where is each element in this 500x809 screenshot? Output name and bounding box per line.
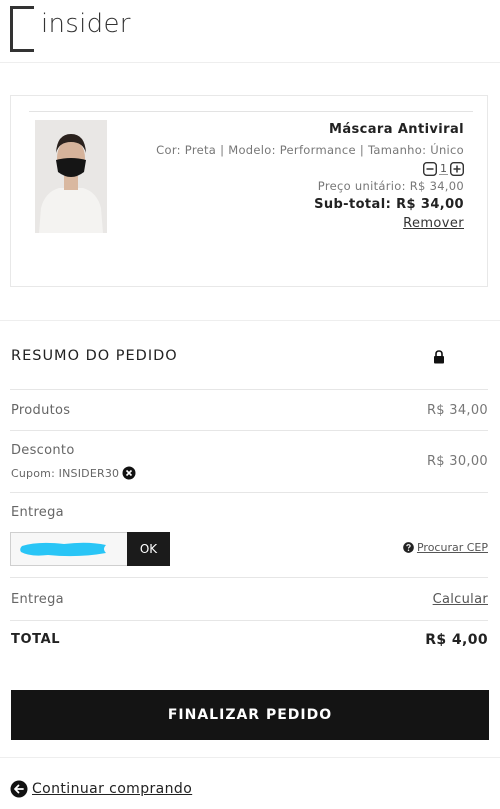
product-info: Máscara Antiviral Cor: Preta | Modelo: P…	[156, 122, 464, 231]
footer-divider	[0, 757, 500, 758]
product-name[interactable]: Máscara Antiviral	[156, 122, 464, 137]
close-circle-icon[interactable]	[122, 466, 136, 480]
cep-ok-button[interactable]: OK	[127, 532, 170, 566]
total-label: TOTAL	[11, 632, 61, 647]
total-value: R$ 4,00	[425, 632, 488, 648]
insider-logo[interactable]: insider	[10, 6, 130, 54]
quantity-stepper: 1	[156, 160, 464, 178]
product-variant: Cor: Preta | Modelo: Performance | Taman…	[156, 143, 464, 157]
product-photo	[35, 120, 107, 233]
products-value: R$ 34,00	[426, 403, 488, 418]
delivery2-label: Entrega	[11, 592, 64, 607]
summary-title: RESUMO DO PEDIDO	[11, 348, 178, 364]
delivery-label: Entrega	[11, 505, 64, 520]
find-cep-label: Procurar CEP	[416, 541, 488, 554]
item-subtotal: Sub-total: R$ 34,00	[314, 197, 464, 212]
coupon-tag: Cupom: INSIDER30	[11, 466, 136, 480]
summary-divider	[10, 492, 488, 493]
plus-box-icon[interactable]	[450, 162, 464, 176]
discount-label: Desconto	[11, 443, 75, 458]
product-image[interactable]	[35, 120, 107, 233]
cep-input[interactable]	[10, 532, 128, 566]
minus-box-icon[interactable]	[423, 162, 437, 176]
summary-divider	[10, 389, 488, 390]
summary-divider	[10, 577, 488, 578]
logo-text: insider	[41, 9, 131, 39]
unit-price: Preço unitário: R$ 34,00	[317, 179, 464, 193]
discount-value: R$ 30,00	[426, 454, 488, 469]
logo-bracket	[10, 6, 34, 52]
cart-card-divider	[29, 111, 473, 112]
header: insider	[0, 0, 500, 63]
remove-item-link[interactable]: Remover	[156, 216, 464, 231]
summary-divider	[10, 430, 488, 431]
section-divider	[0, 320, 500, 321]
continue-shopping-label: Continuar comprando	[32, 781, 193, 797]
continue-shopping-link[interactable]: Continuar comprando	[10, 780, 192, 798]
finalize-order-button[interactable]: FINALIZAR PEDIDO	[11, 690, 489, 740]
lock-icon	[434, 350, 444, 364]
question-circle-icon	[403, 542, 414, 553]
products-label: Produtos	[11, 403, 71, 418]
cart-item-card: Máscara Antiviral Cor: Preta | Modelo: P…	[10, 95, 488, 287]
find-cep-link[interactable]: Procurar CEP	[403, 541, 488, 554]
coupon-text: Cupom: INSIDER30	[11, 466, 120, 480]
calculate-shipping-link[interactable]: Calcular	[433, 592, 488, 607]
arrow-left-circle-icon	[10, 780, 28, 798]
quantity-value[interactable]: 1	[439, 163, 448, 175]
summary-divider	[10, 620, 488, 621]
